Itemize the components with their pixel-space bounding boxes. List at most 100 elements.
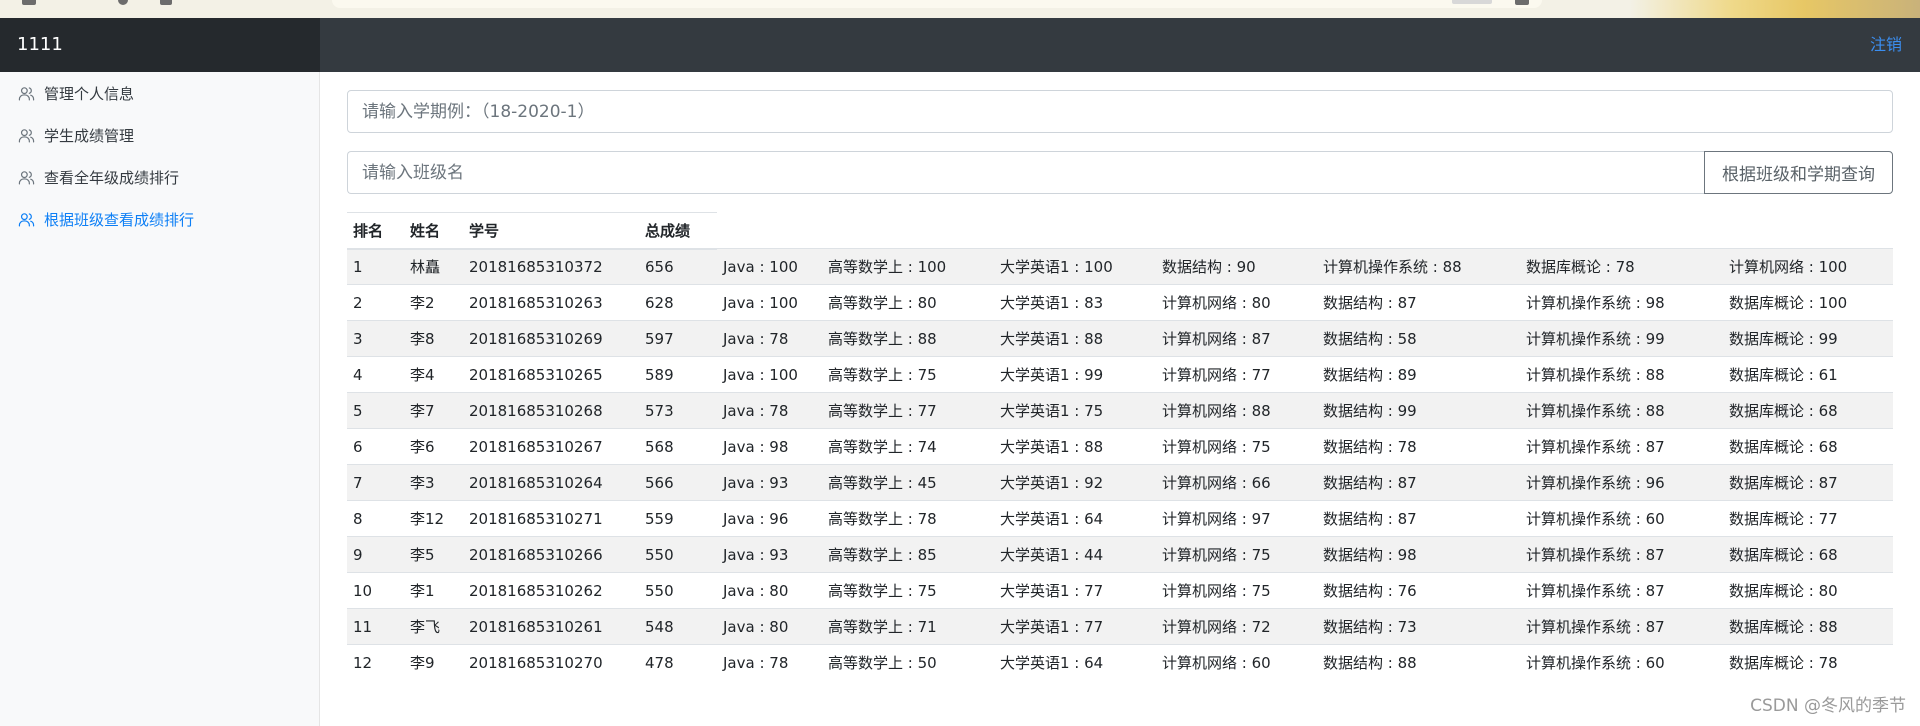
extension-icon[interactable] [1452,0,1492,4]
score-cell: 计算机网络 : 60 [1156,644,1317,681]
semester-input[interactable] [347,90,1893,133]
score-cell: Java : 100 [717,356,822,393]
table-header-row: 排名 姓名 学号 总成绩 [347,212,1893,250]
score-cell: 计算机操作系统 : 96 [1520,464,1723,501]
logout-link[interactable]: 注销 [1870,18,1902,72]
total-cell: 550 [639,572,717,609]
sidebar: 管理个人信息 学生成绩管理 查看全年级成绩排行 根据班级查看成绩排行 [0,72,320,726]
sidebar-item-class-ranking[interactable]: 根据班级查看成绩排行 [0,198,319,240]
rank-cell: 8 [347,500,404,537]
sidebar-item-label: 学生成绩管理 [44,126,135,145]
menu-icon[interactable] [1515,0,1529,5]
total-cell: 597 [639,320,717,357]
score-cell: 高等数学上 : 71 [822,608,994,645]
rank-cell: 10 [347,572,404,609]
sidebar-item-grade-management[interactable]: 学生成绩管理 [0,114,319,156]
student-id-cell: 20181685310264 [463,464,639,501]
header-total: 总成绩 [639,212,717,250]
score-cell: 计算机网络 : 75 [1156,428,1317,465]
header-student-id: 学号 [463,212,639,250]
student-id-cell: 20181685310372 [463,248,639,285]
score-cell: 数据库概论 : 88 [1723,608,1894,645]
users-icon [18,128,35,142]
score-cell: 高等数学上 : 77 [822,392,994,429]
score-cell: Java : 80 [717,572,822,609]
score-cell: Java : 78 [717,392,822,429]
score-cell: 计算机网络 : 97 [1156,500,1317,537]
score-cell: 高等数学上 : 75 [822,356,994,393]
score-cell: 计算机网络 : 80 [1156,284,1317,321]
student-id-cell: 20181685310262 [463,572,639,609]
back-icon[interactable] [22,0,36,5]
table-row: 11 李飞 20181685310261 548 Java : 80 高等数学上 : 71… [347,608,1894,645]
rank-cell: 1 [347,248,404,285]
query-by-class-semester-button[interactable]: 根据班级和学期查询 [1704,151,1893,194]
score-cell: 计算机网络 : 75 [1156,536,1317,573]
browser-theme-decoration [1630,0,1920,18]
total-cell: 550 [639,536,717,573]
score-cell: 计算机操作系统 : 88 [1317,248,1520,285]
sidebar-item-year-ranking[interactable]: 查看全年级成绩排行 [0,156,319,198]
score-cell: 高等数学上 : 75 [822,572,994,609]
ranking-table: 排名 姓名 学号 总成绩 1 林矗 20181685310372 656 Java : … [347,212,1894,681]
reload-icon[interactable] [118,0,128,5]
score-cell: 大学英语1 : 75 [994,392,1156,429]
score-cell: 数据库概论 : 78 [1520,248,1723,285]
sidebar-item-manage-profile[interactable]: 管理个人信息 [0,72,319,114]
name-cell: 李5 [404,536,463,573]
name-cell: 李1 [404,572,463,609]
score-cell: 数据库概论 : 61 [1723,356,1894,393]
score-cell: 大学英语1 : 100 [994,248,1156,285]
student-id-cell: 20181685310265 [463,356,639,393]
name-cell: 林矗 [404,248,463,285]
score-cell: 大学英语1 : 77 [994,572,1156,609]
table-row: 2 李2 20181685310263 628 Java : 100 高等数学上 : 80… [347,284,1894,321]
brand-title[interactable]: 1111 [0,18,320,72]
top-navbar: 1111 注销 [0,18,1920,72]
name-cell: 李12 [404,500,463,537]
table-row: 9 李5 20181685310266 550 Java : 93 高等数学上 : 85 大… [347,536,1894,573]
score-cell: 数据结构 : 98 [1317,536,1520,573]
score-cell: Java : 93 [717,536,822,573]
student-id-cell: 20181685310261 [463,608,639,645]
score-cell: 高等数学上 : 85 [822,536,994,573]
table-row: 1 林矗 20181685310372 656 Java : 100 高等数学上 : 10… [347,248,1894,285]
rank-cell: 9 [347,536,404,573]
class-search-group: 根据班级和学期查询 [347,151,1893,194]
address-bar[interactable] [332,0,1542,8]
score-cell: Java : 98 [717,428,822,465]
student-id-cell: 20181685310267 [463,428,639,465]
score-cell: 大学英语1 : 64 [994,644,1156,681]
table-row: 12 李9 20181685310270 478 Java : 78 高等数学上 : 50… [347,644,1894,681]
rank-cell: 5 [347,392,404,429]
score-cell: 大学英语1 : 88 [994,428,1156,465]
score-cell: 计算机操作系统 : 88 [1520,392,1723,429]
score-cell: 计算机网络 : 66 [1156,464,1317,501]
rank-cell: 2 [347,284,404,321]
table-row: 6 李6 20181685310267 568 Java : 98 高等数学上 : 74 大… [347,428,1894,465]
class-name-input[interactable] [347,151,1704,194]
table-row: 5 李7 20181685310268 573 Java : 78 高等数学上 : 77 大… [347,392,1894,429]
total-cell: 559 [639,500,717,537]
score-cell: 高等数学上 : 45 [822,464,994,501]
score-cell: 计算机操作系统 : 87 [1520,608,1723,645]
score-cell: 计算机操作系统 : 87 [1520,536,1723,573]
student-id-cell: 20181685310269 [463,320,639,357]
score-cell: 数据结构 : 87 [1317,284,1520,321]
score-cell: 大学英语1 : 92 [994,464,1156,501]
student-id-cell: 20181685310271 [463,500,639,537]
home-icon[interactable] [160,0,172,5]
score-cell: 高等数学上 : 50 [822,644,994,681]
score-cell: 大学英语1 : 99 [994,356,1156,393]
score-cell: 数据库概论 : 68 [1723,392,1894,429]
score-cell: 计算机网络 : 100 [1723,248,1894,285]
score-cell: 计算机操作系统 : 88 [1520,356,1723,393]
table-row: 8 李12 20181685310271 559 Java : 96 高等数学上 : 78… [347,500,1894,537]
score-cell: Java : 78 [717,644,822,681]
score-cell: 计算机操作系统 : 87 [1520,572,1723,609]
student-id-cell: 20181685310263 [463,284,639,321]
score-cell: 数据结构 : 90 [1156,248,1317,285]
total-cell: 589 [639,356,717,393]
score-cell: 高等数学上 : 88 [822,320,994,357]
score-cell: 计算机网络 : 75 [1156,572,1317,609]
